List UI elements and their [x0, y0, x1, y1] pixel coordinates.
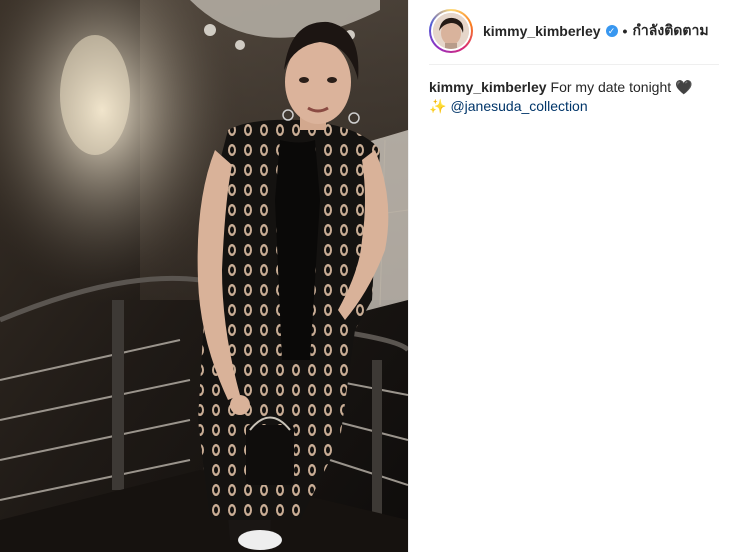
- post-header: kimmy_kimberley ✓ • กำลังติดตาม: [409, 0, 737, 62]
- sparkles-icon: ✨: [429, 98, 447, 114]
- separator-dot: •: [622, 23, 628, 39]
- post-caption: kimmy_kimberley For my date tonight 🖤 ✨ @j…: [429, 78, 719, 115]
- avatar-frame: [431, 11, 471, 51]
- avatar[interactable]: [433, 13, 469, 49]
- avatar-image: [433, 13, 469, 49]
- caption-line-2: ✨ @janesuda_collection: [429, 97, 719, 115]
- verified-badge-icon: ✓: [605, 25, 618, 37]
- story-ring[interactable]: [429, 9, 473, 53]
- following-button[interactable]: กำลังติดตาม: [632, 20, 708, 42]
- post-username-link[interactable]: kimmy_kimberley: [483, 23, 601, 39]
- caption-line-1: kimmy_kimberley For my date tonight 🖤: [429, 78, 719, 96]
- post-photo[interactable]: [0, 0, 408, 552]
- post-photo-image: [0, 0, 408, 552]
- black-heart-icon: 🖤: [675, 79, 693, 95]
- instagram-post: kimmy_kimberley ✓ • กำลังติดตาม kimmy_ki…: [0, 0, 737, 552]
- header-divider: [429, 64, 719, 65]
- mention-link[interactable]: @janesuda_collection: [450, 97, 587, 115]
- header-text: kimmy_kimberley ✓ • กำลังติดตาม: [483, 20, 709, 42]
- post-sidebar: kimmy_kimberley ✓ • กำลังติดตาม kimmy_ki…: [408, 0, 737, 552]
- caption-username-link[interactable]: kimmy_kimberley: [429, 79, 547, 95]
- caption-text: For my date tonight: [550, 79, 672, 95]
